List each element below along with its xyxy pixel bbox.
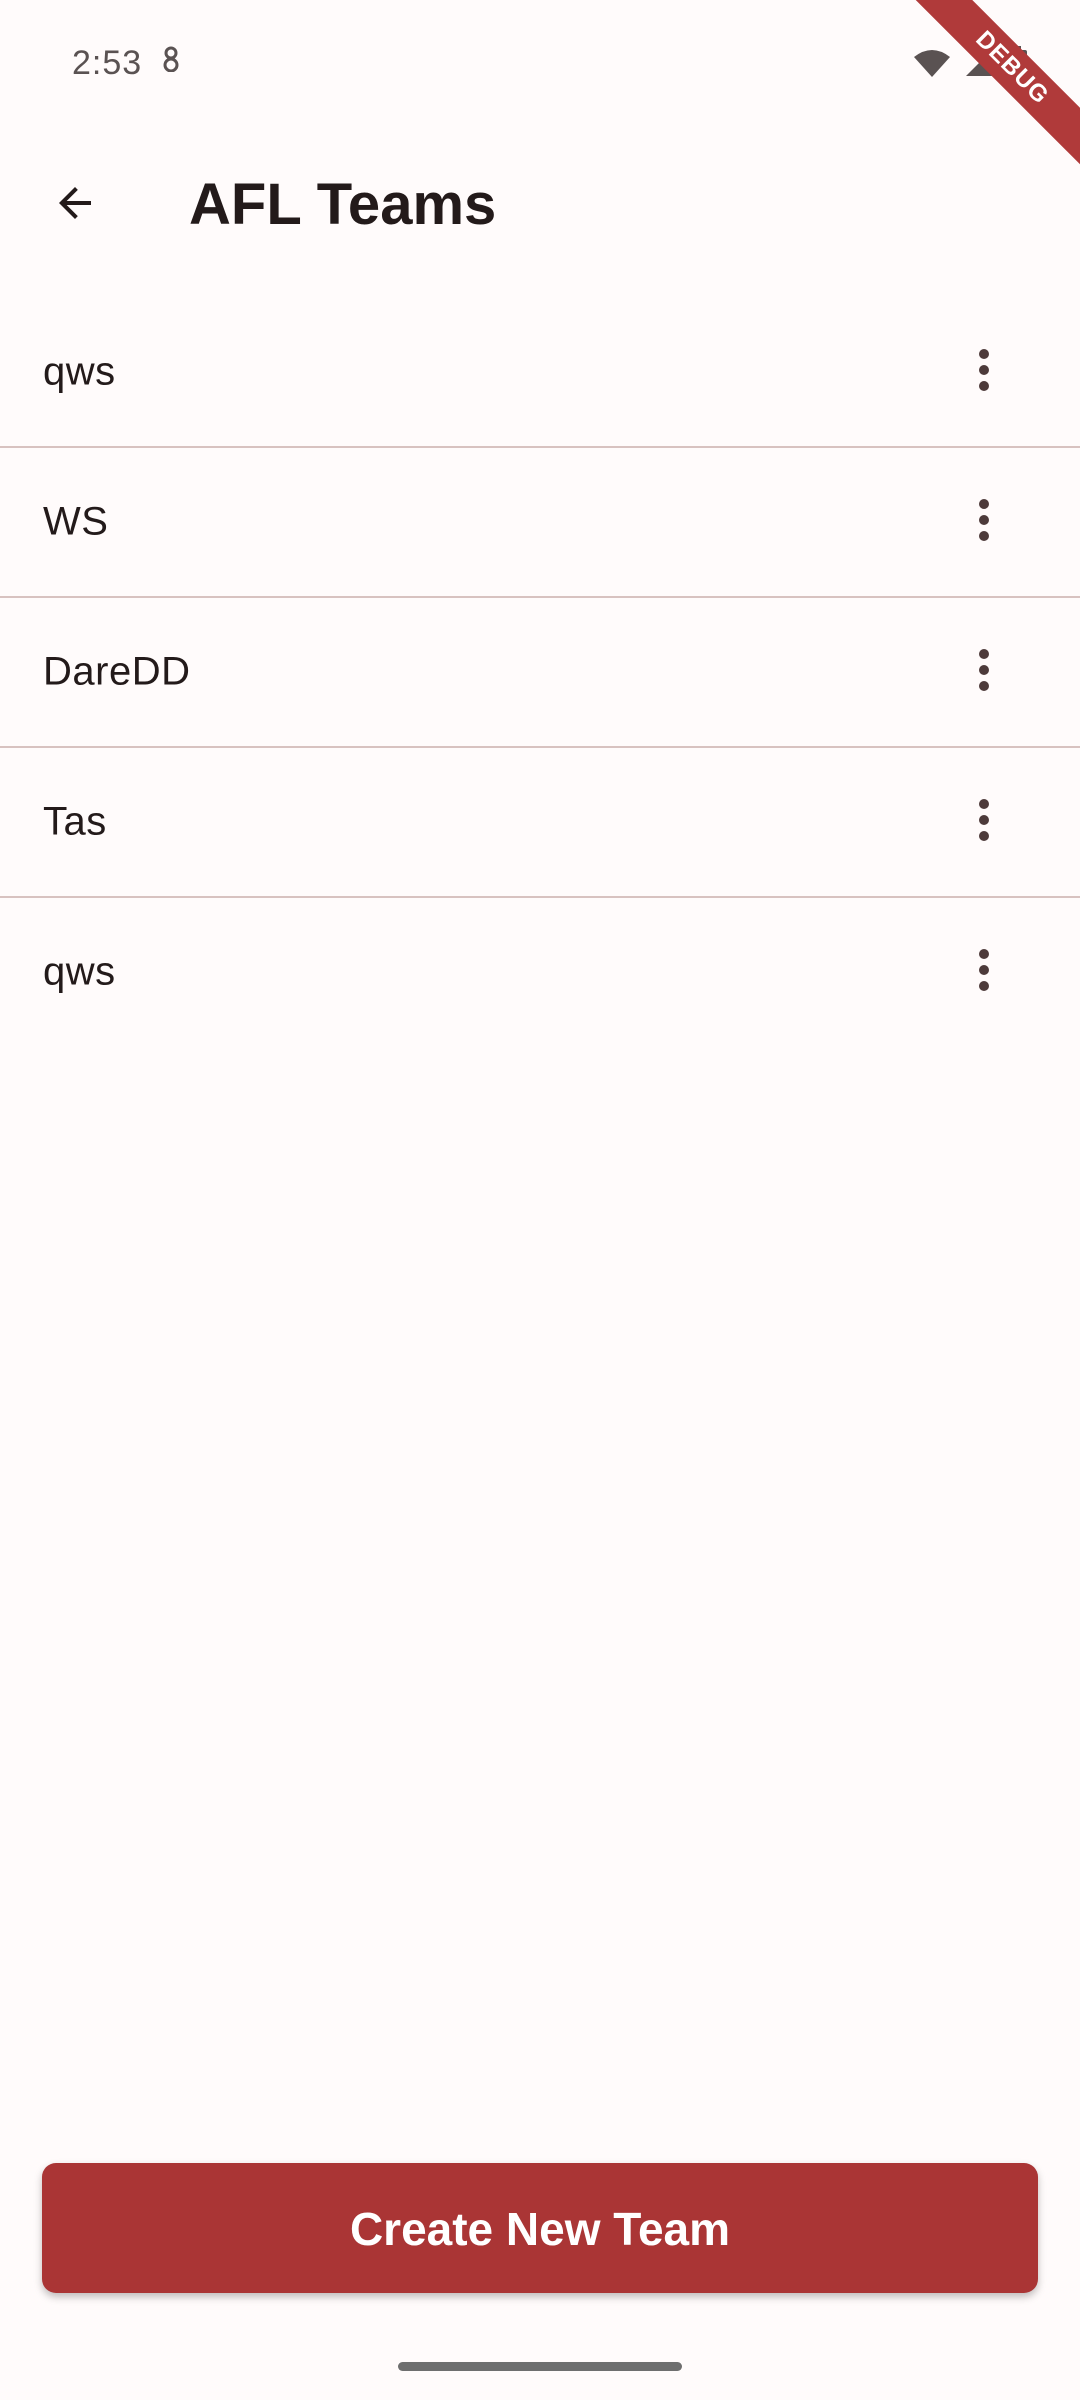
more-vert-icon bbox=[978, 648, 990, 697]
status-bar: 2:53 bbox=[0, 0, 1080, 90]
more-vert-icon bbox=[978, 348, 990, 397]
more-options-button[interactable] bbox=[948, 786, 1020, 858]
team-list-item[interactable]: DareDD bbox=[0, 598, 1080, 748]
team-list-item[interactable]: Tas bbox=[0, 748, 1080, 898]
battery-icon bbox=[1006, 46, 1028, 85]
arrow-back-icon bbox=[51, 179, 99, 232]
back-button[interactable] bbox=[30, 160, 120, 250]
page-title: AFL Teams bbox=[189, 172, 497, 237]
team-name: qws bbox=[43, 349, 116, 394]
team-name: Tas bbox=[43, 799, 107, 844]
wifi-icon bbox=[912, 47, 952, 84]
notification-icon bbox=[160, 46, 182, 73]
create-new-team-button[interactable]: Create New Team bbox=[42, 2163, 1038, 2293]
team-list-item[interactable]: qws bbox=[0, 298, 1080, 448]
team-list: qws WS DareDD Tas qws bbox=[0, 298, 1080, 1046]
home-indicator[interactable] bbox=[398, 2362, 682, 2371]
more-options-button[interactable] bbox=[948, 486, 1020, 558]
team-name: qws bbox=[43, 949, 116, 994]
signal-icon bbox=[964, 48, 994, 83]
team-list-item[interactable]: qws bbox=[0, 898, 1080, 1046]
more-vert-icon bbox=[978, 798, 990, 847]
team-name: WS bbox=[43, 499, 109, 544]
more-vert-icon bbox=[978, 948, 990, 997]
more-vert-icon bbox=[978, 498, 990, 547]
status-icons bbox=[912, 46, 1028, 85]
team-name: DareDD bbox=[43, 649, 191, 694]
team-list-item[interactable]: WS bbox=[0, 448, 1080, 598]
app-bar: AFL Teams bbox=[0, 130, 1080, 280]
more-options-button[interactable] bbox=[948, 936, 1020, 1008]
status-time: 2:53 bbox=[72, 44, 143, 82]
more-options-button[interactable] bbox=[948, 636, 1020, 708]
more-options-button[interactable] bbox=[948, 336, 1020, 408]
